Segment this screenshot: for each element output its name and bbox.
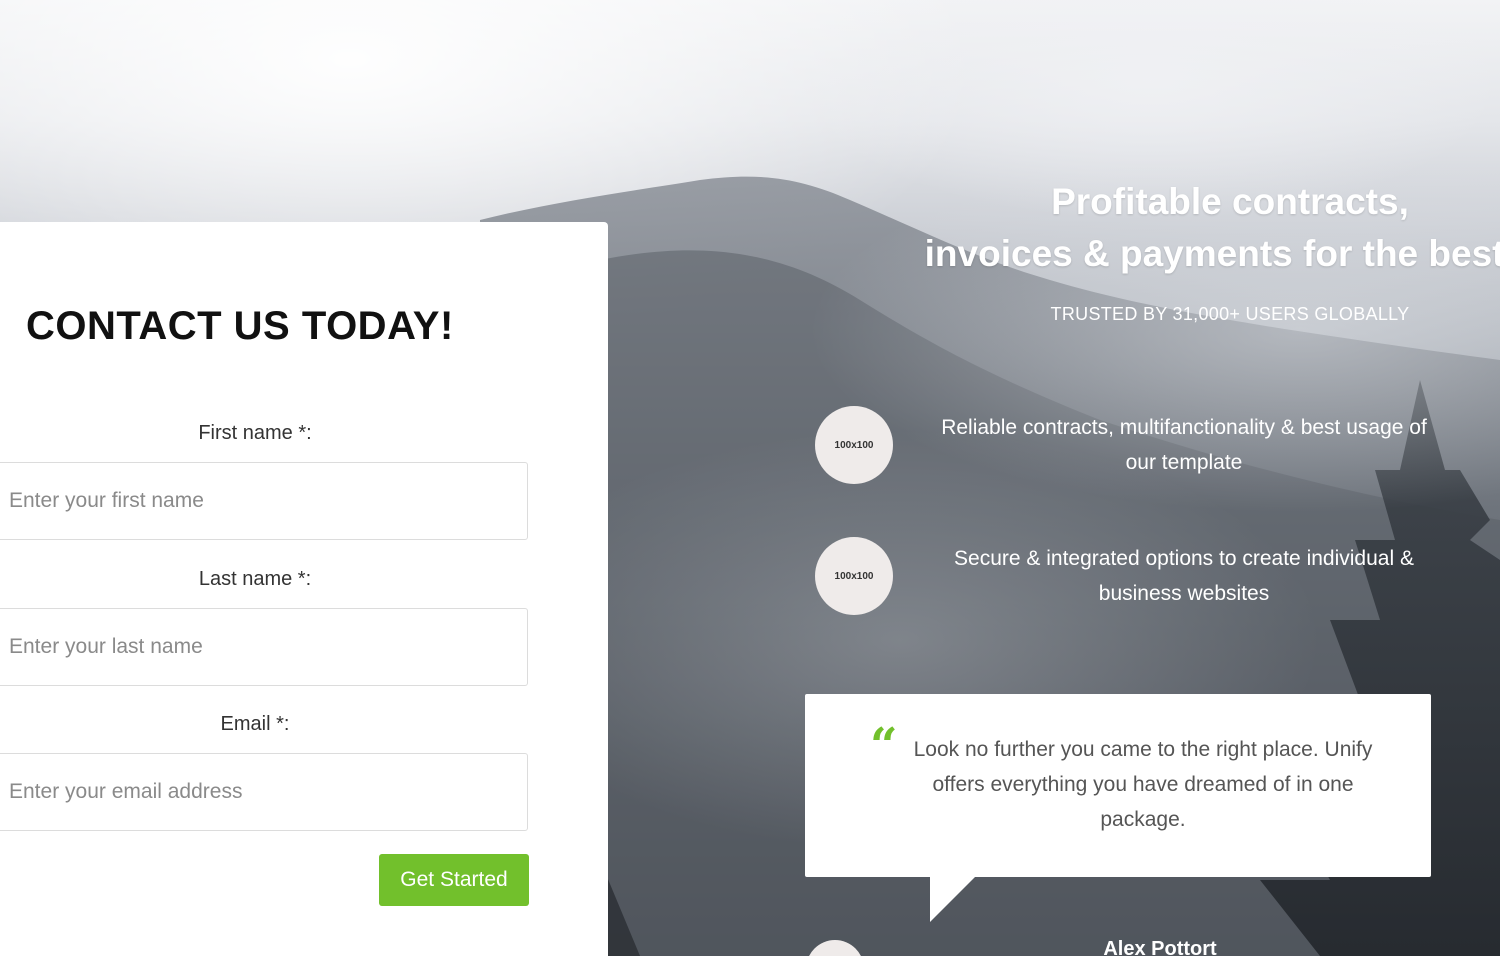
hero-title-line-2: invoices & payments for the best c [924,233,1500,274]
email-input[interactable] [0,753,528,831]
feature-text: Secure & integrated options to create in… [954,547,1414,605]
first-name-input[interactable] [0,462,528,540]
feature-thumbnail: 100x100 [815,537,893,615]
first-name-label: First name *: [198,422,312,444]
feature-text: Reliable contracts, multifanctionality &… [941,416,1427,474]
contact-form-card: CONTACT US TODAY! First name *: Last nam… [0,222,608,956]
testimonial-bubble-tail [930,876,976,922]
testimonial-text: Look no further you came to the right pl… [913,738,1373,831]
email-label: Email *: [220,713,290,735]
hero-title: Profitable contracts, invoices & payment… [850,176,1500,280]
feature-thumbnail: 100x100 [815,406,893,484]
hero-subtitle: TRUSTED BY 31,000+ USERS GLOBALLY [1050,304,1410,324]
testimonial-author: Alex Pottort [1103,938,1217,956]
page: CONTACT US TODAY! First name *: Last nam… [0,0,1500,956]
get-started-button[interactable]: Get Started [379,854,529,906]
contact-title: CONTACT US TODAY! [26,304,454,348]
last-name-label: Last name *: [198,568,312,590]
last-name-input[interactable] [0,608,528,686]
hero-title-line-1: Profitable contracts, [1051,181,1409,222]
